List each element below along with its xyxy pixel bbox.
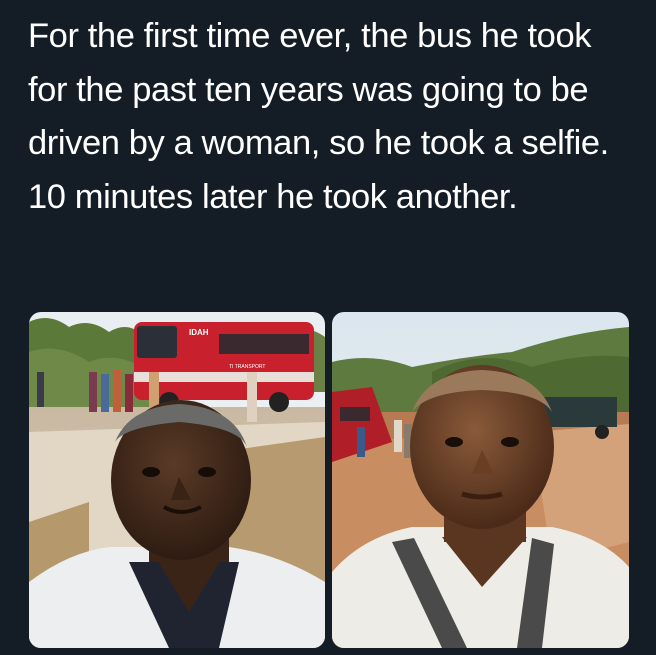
selfie-photo-after[interactable] (332, 312, 629, 648)
bus-side-text: TI TRANSPORT (229, 364, 266, 370)
bus-illustration: IDAH TI TRANSPORT (134, 322, 314, 412)
bus-sign-text: IDAH (189, 328, 209, 337)
post-caption: For the first time ever, the bus he took… (28, 17, 609, 216)
selfie-before-image: IDAH TI TRANSPORT (29, 312, 325, 648)
selfie-after-image (332, 312, 629, 648)
selfie-photo-before[interactable]: IDAH TI TRANSPORT (29, 312, 325, 648)
